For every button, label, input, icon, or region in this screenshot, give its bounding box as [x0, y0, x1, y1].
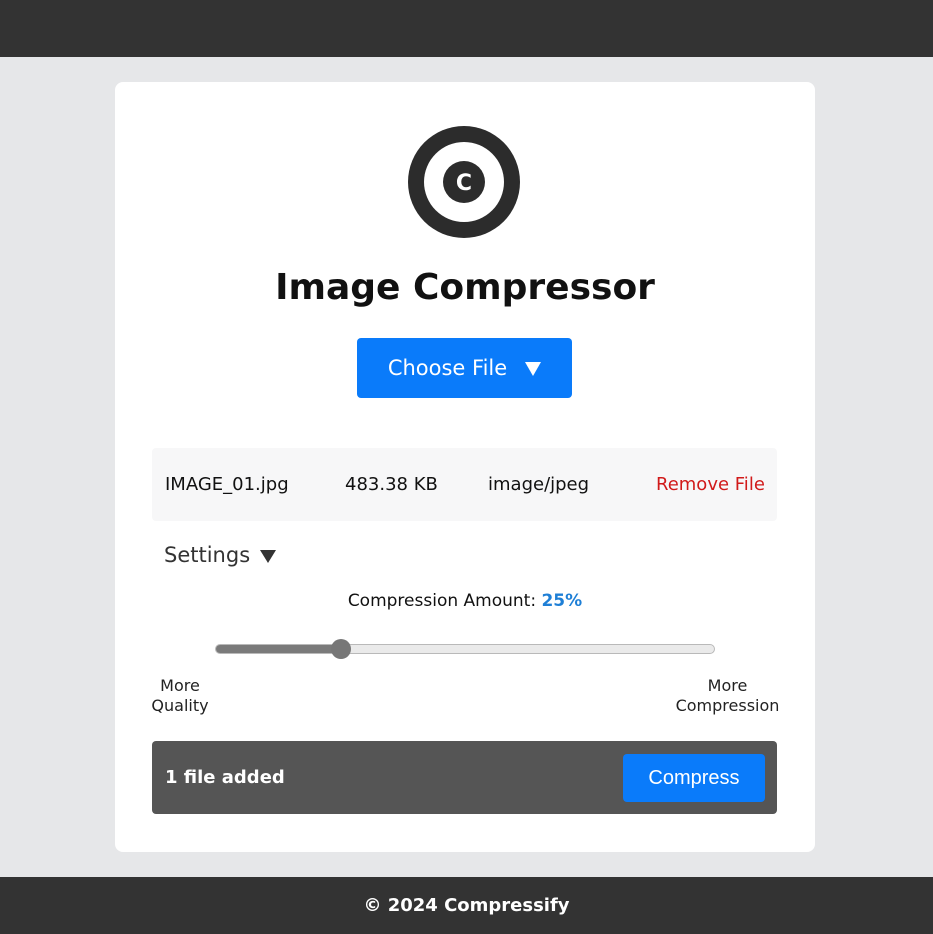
compress-button[interactable]: Compress: [623, 754, 765, 802]
file-name: IMAGE_01.jpg: [165, 474, 289, 495]
more-quality-line2: Quality: [151, 696, 209, 715]
action-bar: 1 file added Compress: [152, 741, 777, 814]
footer-copyright: © 2024 Compressify: [363, 895, 570, 916]
remove-file-button[interactable]: Remove File: [656, 474, 765, 495]
more-compression-label: More Compression: [670, 676, 785, 716]
footer: © 2024 Compressify: [0, 877, 933, 934]
compress-logo-icon: C: [408, 126, 520, 238]
compressor-card: C Image Compressor Choose File IMAGE_01.…: [115, 82, 815, 852]
files-added-count: 1 file added: [165, 767, 285, 788]
settings-label: Settings: [164, 543, 251, 567]
settings-toggle[interactable]: Settings: [164, 543, 277, 567]
compression-slider[interactable]: [215, 639, 715, 659]
compression-value: 25%: [541, 591, 583, 611]
more-compression-line2: Compression: [675, 696, 780, 715]
slider-fill: [216, 645, 341, 653]
file-type: image/jpeg: [488, 474, 590, 495]
compression-amount: Compression Amount: 25%: [115, 591, 815, 611]
compression-label: Compression Amount:: [347, 591, 537, 611]
more-quality-line1: More: [160, 676, 200, 695]
chevron-down-icon: [525, 362, 542, 376]
top-bar: [0, 0, 933, 57]
choose-file-label: Choose File: [387, 356, 508, 380]
logo-letter: C: [456, 171, 472, 196]
choose-file-button[interactable]: Choose File: [357, 338, 572, 398]
triangle-down-icon: [260, 549, 277, 563]
file-size: 483.38 KB: [345, 474, 438, 495]
page-title: Image Compressor: [275, 267, 655, 308]
file-row: IMAGE_01.jpg 483.38 KB image/jpeg Remove…: [152, 448, 777, 521]
slider-thumb[interactable]: [330, 639, 351, 659]
more-quality-label: More Quality: [145, 676, 215, 716]
more-compression-line1: More: [707, 676, 748, 695]
